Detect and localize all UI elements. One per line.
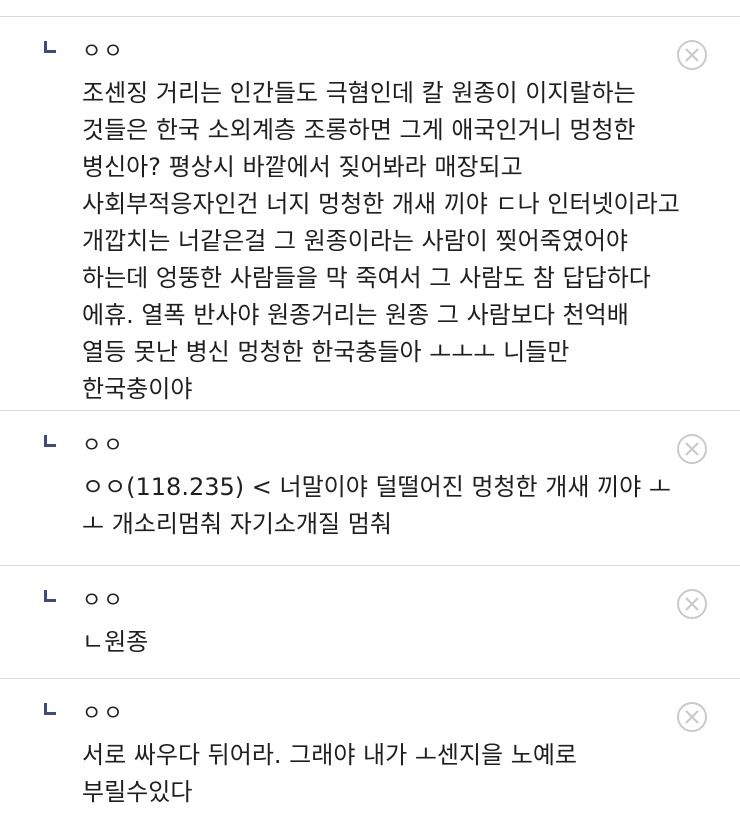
reply-content: 서로 싸우다 뒤어라. 그래야 내가 ㅗ센지을 노예로 부릴수있다 xyxy=(82,741,578,806)
reply-content: 조센징 거리는 인간들도 극혐인데 칼 원종이 이지랄하는 것들은 한국 소외계… xyxy=(82,79,680,403)
close-circle-icon[interactable] xyxy=(676,701,708,733)
reply-nickname[interactable]: ㅇㅇ xyxy=(82,586,680,614)
reply-item: ㅇㅇ ㄴ원종 xyxy=(0,566,740,679)
reply-corner-icon xyxy=(44,435,56,447)
reply-content: ㅇㅇ(118.235) < 너말이야 덜떨어진 멍청한 개새 끼야 ㅗ ㅗ 개소… xyxy=(82,473,671,538)
reply-corner-icon xyxy=(44,41,56,53)
reply-corner-icon xyxy=(44,590,56,602)
top-divider xyxy=(0,0,740,17)
reply-nickname[interactable]: ㅇㅇ xyxy=(82,431,680,459)
reply-item: ㅇㅇ 조센징 거리는 인간들도 극혐인데 칼 원종이 이지랄하는 것들은 한국 … xyxy=(0,17,740,411)
reply-content: ㄴ원종 xyxy=(82,628,149,656)
reply-item: ㅇㅇ 서로 싸우다 뒤어라. 그래야 내가 ㅗ센지을 노예로 부릴수있다 xyxy=(0,679,740,819)
reply-nickname[interactable]: ㅇㅇ xyxy=(82,37,680,65)
close-circle-icon[interactable] xyxy=(676,588,708,620)
close-circle-icon[interactable] xyxy=(676,39,708,71)
comment-list: ㅇㅇ 조센징 거리는 인간들도 극혐인데 칼 원종이 이지랄하는 것들은 한국 … xyxy=(0,0,740,819)
close-circle-icon[interactable] xyxy=(676,433,708,465)
reply-item: ㅇㅇ ㅇㅇ(118.235) < 너말이야 덜떨어진 멍청한 개새 끼야 ㅗ ㅗ… xyxy=(0,411,740,566)
reply-corner-icon xyxy=(44,703,56,715)
reply-nickname[interactable]: ㅇㅇ xyxy=(82,699,680,727)
